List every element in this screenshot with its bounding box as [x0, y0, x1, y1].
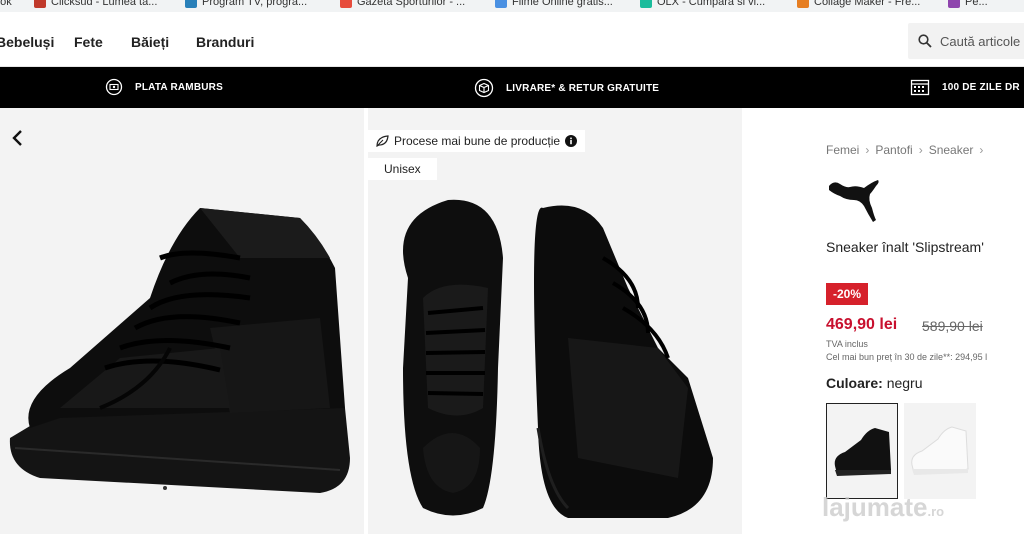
badge-label: Unisex — [384, 162, 421, 176]
nav-boys[interactable]: Băieți — [131, 34, 169, 50]
bookmark-item[interactable]: Program TV, progra... — [185, 0, 307, 8]
black-sneaker-thumbnail — [834, 428, 891, 476]
promo-free-delivery: LIVRARE* & RETUR GRATUITE — [474, 78, 659, 98]
sustainability-badge[interactable]: Procese mai bune de producție — [368, 130, 586, 152]
bookmark-favicon-icon — [185, 0, 197, 8]
promo-label: PLATA RAMBURS — [135, 81, 223, 93]
search-placeholder: Caută articole — [940, 33, 1021, 49]
current-price: 469,90 lei — [826, 316, 898, 333]
bookmark-favicon-icon — [948, 0, 960, 8]
bookmark-item[interactable]: Filme Online gratis... — [495, 0, 613, 8]
color-swatch-black[interactable] — [826, 403, 898, 499]
bookmark-label: ook — [0, 0, 12, 8]
breadcrumb: Femei › Pantofi › Sneaker › — [826, 143, 983, 157]
chevron-right-icon: › — [979, 143, 984, 157]
bookmark-item[interactable]: OLX - Cumpara si vi... — [640, 0, 765, 8]
watermark: lajumate.ro — [822, 492, 944, 523]
bookmark-favicon-icon — [34, 0, 46, 8]
bookmark-label: Gazeta Sporturilor - ... — [357, 0, 466, 8]
bookmark-label: Clicksud - Lumea ta... — [51, 0, 158, 8]
cash-icon — [105, 78, 123, 96]
bookmark-item[interactable]: Collage Maker - Fre... — [797, 0, 920, 8]
watermark-text: lajumate — [822, 492, 928, 522]
product-name: Sneaker înalt 'Slipstream' — [826, 239, 984, 255]
product-image-pair[interactable]: Procese mai bune de producție Unisex — [368, 108, 742, 534]
white-sneaker-thumbnail — [911, 426, 969, 475]
breadcrumb-sneaker[interactable]: Sneaker — [929, 143, 974, 157]
info-icon[interactable] — [565, 135, 578, 147]
color-value: negru — [886, 375, 923, 391]
category-nav: Bebeluși Fete Băieți Branduri Caută arti… — [0, 12, 1024, 67]
nav-girls[interactable]: Fete — [74, 34, 103, 50]
bookmark-label: OLX - Cumpara si vi... — [657, 0, 766, 8]
breadcrumb-women[interactable]: Femei — [826, 143, 859, 157]
old-price: 589,90 lei — [922, 318, 983, 334]
box-icon — [474, 78, 494, 98]
promo-return-days: 100 DE ZILE DR — [910, 78, 1020, 96]
product-image-main[interactable] — [0, 108, 364, 534]
vat-note: TVA inclus — [826, 339, 868, 349]
discount-badge: -20% — [826, 283, 869, 305]
color-swatch-white[interactable] — [904, 403, 976, 499]
bookmark-item[interactable]: Clicksud - Lumea ta... — [34, 0, 157, 8]
bookmarks-bar: ook Clicksud - Lumea ta... Program TV, pro… — [0, 0, 1024, 12]
promo-cash-on-delivery: PLATA RAMBURS — [105, 78, 223, 96]
search-icon — [918, 34, 932, 48]
promo-bar: PLATA RAMBURS LIVRARE* & RETUR GRATUITE … — [0, 67, 1024, 108]
bookmark-label: Program TV, progra... — [202, 0, 308, 8]
gender-badge: Unisex — [368, 158, 437, 180]
promo-label: 100 DE ZILE DR — [942, 81, 1020, 93]
bookmark-label: Pe... — [965, 0, 988, 8]
bookmark-item[interactable]: Gazeta Sporturilor - ... — [340, 0, 465, 8]
badge-label: Procese mai bune de producție — [394, 134, 561, 148]
bookmark-favicon-icon — [495, 0, 507, 8]
nav-brands[interactable]: Branduri — [196, 34, 254, 50]
puma-logo-icon — [829, 180, 879, 222]
sneaker-side-image — [9, 208, 350, 493]
breadcrumb-shoes[interactable]: Pantofi — [875, 143, 912, 157]
color-label-text: Culoare: — [826, 375, 883, 391]
chevron-right-icon: › — [918, 143, 923, 157]
nav-babies[interactable]: Bebeluși — [0, 34, 54, 50]
watermark-suffix: .ro — [927, 504, 945, 519]
color-label: Culoare: negru — [826, 375, 923, 391]
bookmark-favicon-icon — [640, 0, 652, 8]
calendar-icon — [910, 79, 930, 96]
leaf-icon — [376, 135, 389, 147]
back-arrow-icon[interactable] — [10, 128, 26, 153]
bookmark-label: Filme Online gratis... — [512, 0, 613, 8]
promo-label: LIVRARE* & RETUR GRATUITE — [506, 82, 660, 94]
product-info-panel: Femei › Pantofi › Sneaker › Sneaker înal… — [742, 108, 1024, 534]
best-price-note: Cel mai bun preț în 30 de zile**: 294,95… — [826, 352, 988, 362]
bookmark-favicon-icon — [797, 0, 809, 8]
bookmark-item[interactable]: Pe... — [948, 0, 988, 8]
bookmark-item[interactable]: ook — [0, 0, 12, 8]
search-input[interactable]: Caută articole — [908, 23, 1024, 59]
chevron-right-icon: › — [865, 143, 870, 157]
bookmark-favicon-icon — [340, 0, 352, 8]
bookmark-label: Collage Maker - Fre... — [814, 0, 921, 8]
brand-logo[interactable] — [826, 178, 882, 229]
